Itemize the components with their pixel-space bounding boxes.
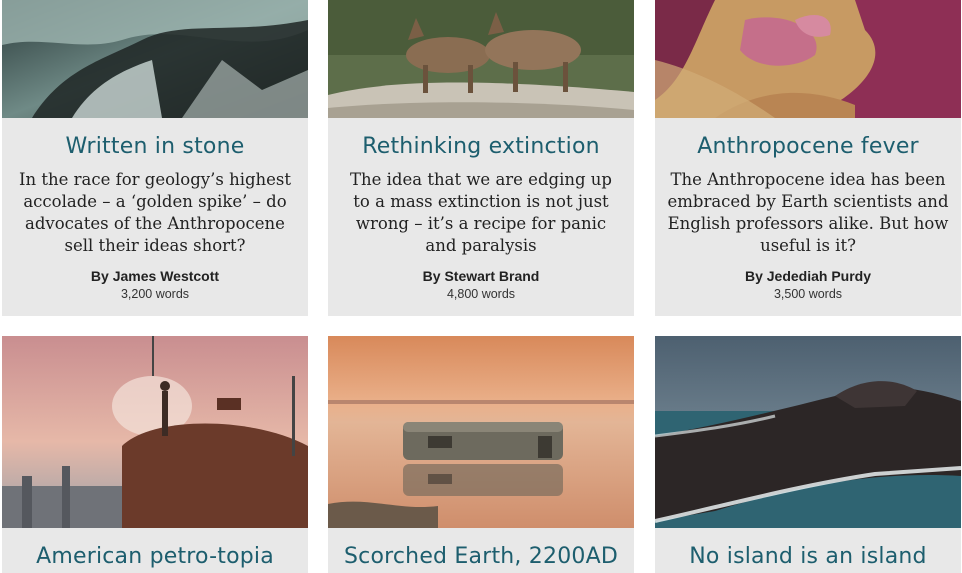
article-description: The idea that we are edging up to a mass… bbox=[350, 170, 612, 255]
byline-prefix: By bbox=[90, 268, 109, 284]
flooded-caravan-image[interactable] bbox=[328, 336, 634, 528]
wolves-image[interactable] bbox=[328, 0, 634, 118]
ice-cave-image[interactable] bbox=[2, 0, 308, 118]
article-card-rethinking-extinction[interactable]: Rethinking extinction The idea that we a… bbox=[328, 0, 634, 316]
article-title[interactable]: Anthropocene fever bbox=[655, 134, 961, 159]
article-title[interactable]: No island is an island bbox=[655, 544, 961, 569]
article-word-count: 3,500 words bbox=[773, 287, 843, 301]
article-card-scorched-earth-2200ad[interactable]: Scorched Earth, 2200AD bbox=[328, 336, 634, 573]
article-author[interactable]: Jedediah Purdy bbox=[767, 268, 871, 284]
refinery-worker-image[interactable] bbox=[2, 336, 308, 528]
byline-prefix: By bbox=[422, 268, 441, 284]
article-byline: By Stewart Brand bbox=[328, 268, 634, 284]
article-card-american-petro-topia[interactable]: American petro-topia bbox=[2, 336, 308, 573]
article-word-count: 3,200 words bbox=[120, 287, 190, 301]
article-title[interactable]: American petro-topia bbox=[2, 544, 308, 569]
article-description: In the race for geology’s highest accola… bbox=[18, 170, 292, 255]
byline-prefix: By bbox=[744, 268, 763, 284]
aerial-salt-ponds-image[interactable] bbox=[655, 0, 961, 118]
article-title[interactable]: Scorched Earth, 2200AD bbox=[328, 544, 634, 569]
article-card-anthropocene-fever[interactable]: Anthropocene fever The Anthropocene idea… bbox=[655, 0, 961, 316]
article-word-count: 4,800 words bbox=[446, 287, 516, 301]
article-description: The Anthropocene idea has been embraced … bbox=[667, 170, 949, 255]
article-byline: By James Westcott bbox=[2, 268, 308, 284]
article-author[interactable]: Stewart Brand bbox=[444, 268, 539, 284]
volcanic-island-image[interactable] bbox=[655, 336, 961, 528]
article-card-no-island-is-an-island[interactable]: No island is an island bbox=[655, 336, 961, 573]
article-card-written-in-stone[interactable]: Written in stone In the race for geology… bbox=[2, 0, 308, 316]
article-byline: By Jedediah Purdy bbox=[655, 268, 961, 284]
article-grid: Written in stone In the race for geology… bbox=[0, 0, 962, 573]
article-title[interactable]: Written in stone bbox=[2, 134, 308, 159]
article-author[interactable]: James Westcott bbox=[113, 268, 219, 284]
article-title[interactable]: Rethinking extinction bbox=[328, 134, 634, 159]
